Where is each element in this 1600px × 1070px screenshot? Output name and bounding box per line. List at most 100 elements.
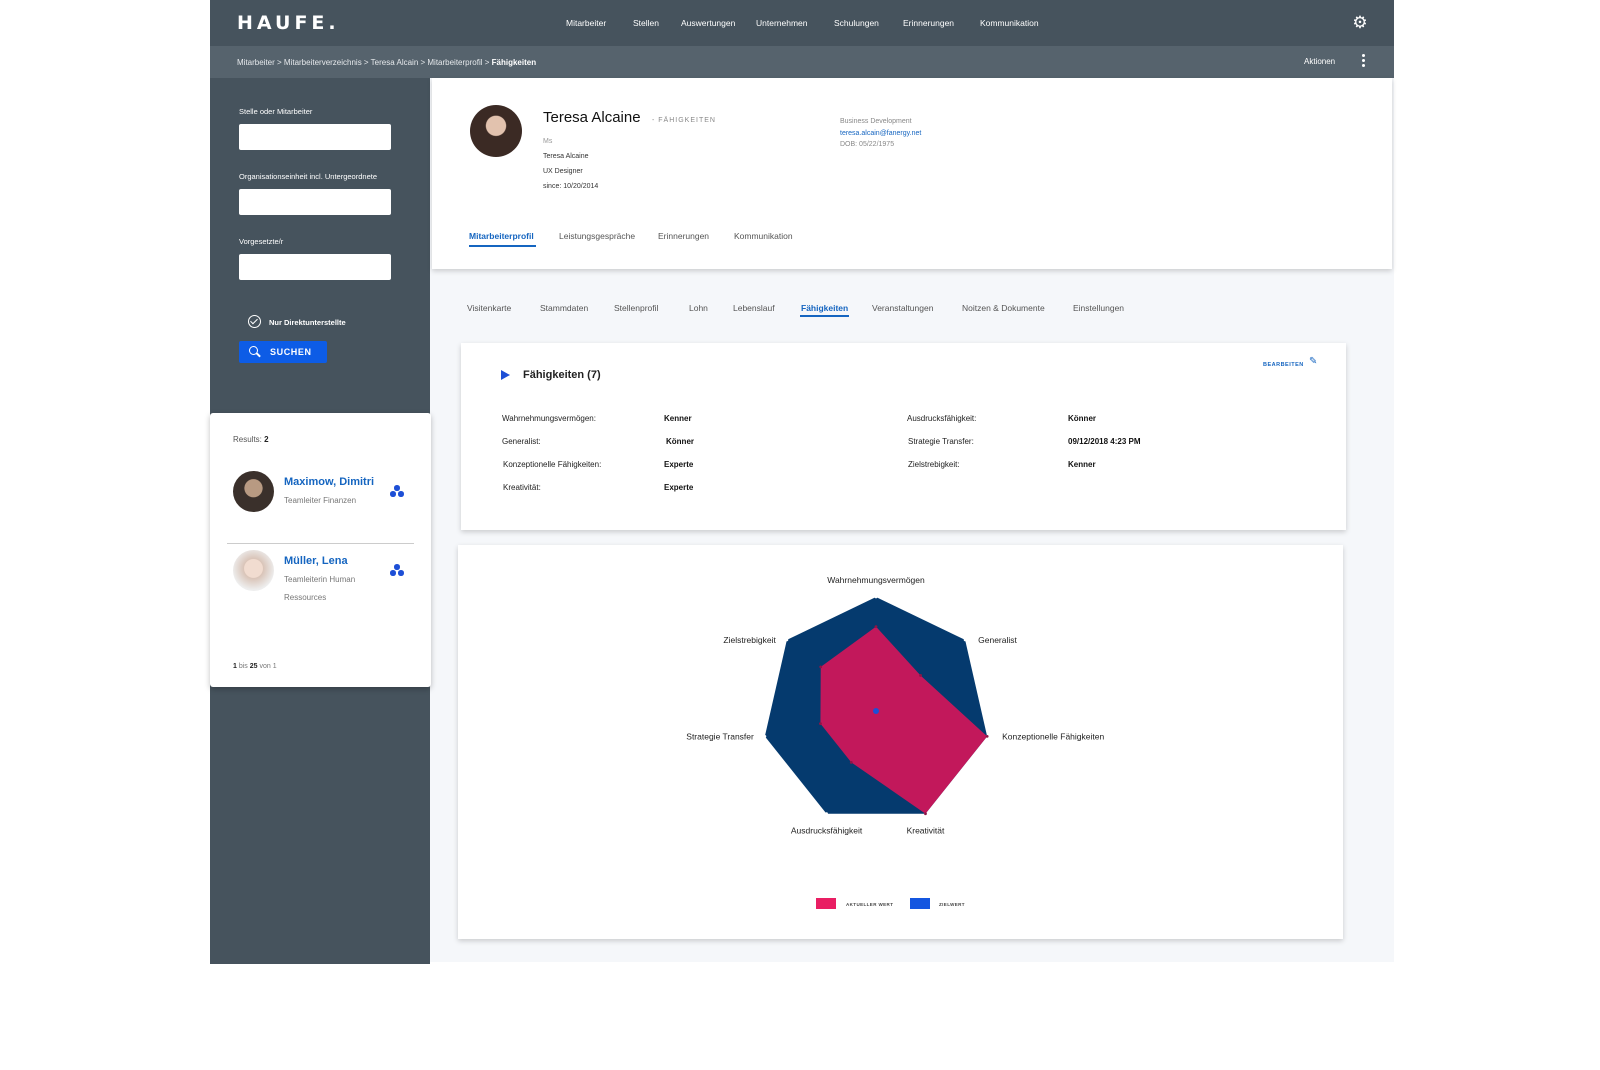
pagination-info: 1 bis 25 von 1 (233, 663, 277, 670)
radar-axis-label: Wahrnehmungsvermögen (827, 575, 925, 585)
result-item[interactable]: Maximow, Dimitri Teamleiter Finanzen (210, 463, 431, 543)
skill-key: Ausdrucksfähigkeit: (907, 414, 977, 423)
radar-point (919, 674, 922, 677)
subtab-lebenslauf[interactable]: Lebenslauf (733, 303, 775, 313)
subtab-stammdaten[interactable]: Stammdaten (540, 303, 588, 313)
profile-job-title: UX Designer (543, 168, 583, 175)
radar-point (785, 638, 789, 642)
field-label-supervisor: Vorgesetzte/r (239, 237, 284, 246)
radar-point (874, 595, 878, 599)
result-item[interactable]: Müller, Lena Teamleiterin Human Ressourc… (210, 543, 431, 623)
result-name[interactable]: Maximow, Dimitri (284, 476, 374, 488)
breadcrumb: Mitarbeiter > Mitarbeiterverzeichnis > T… (237, 58, 536, 67)
nav-mitarbeiter[interactable]: Mitarbeiter (566, 18, 606, 28)
supervisor-input[interactable] (239, 254, 391, 280)
subtab-lohn[interactable]: Lohn (689, 303, 708, 313)
profile-card: Teresa Alcaine - FÄHIGKEITEN Ms Teresa A… (432, 78, 1392, 269)
radar-axis-label: Generalist (978, 635, 1017, 645)
nav-auswertungen[interactable]: Auswertungen (681, 18, 735, 28)
gear-icon[interactable]: ⚙ (1349, 12, 1371, 34)
nav-kommunikation[interactable]: Kommunikation (980, 18, 1039, 28)
results-count: Results: 2 (233, 435, 269, 444)
search-button[interactable]: SUCHEN (239, 341, 327, 363)
edit-button[interactable]: BEARBEITEN (1263, 362, 1304, 368)
pencil-icon[interactable]: ✎ (1309, 357, 1317, 367)
profile-avatar (470, 105, 522, 157)
subtab-stellenprofil[interactable]: Stellenprofil (614, 303, 658, 313)
position-or-employee-input[interactable] (239, 124, 391, 150)
actions-label[interactable]: Aktionen (1304, 57, 1335, 66)
radar-axis-label: Ausdrucksfähigkeit (791, 826, 863, 836)
subtab-notizen-dokumente[interactable]: Noitzen & Dokumente (962, 303, 1045, 313)
radar-point (763, 734, 767, 738)
profile-full-name: Teresa Alcaine (543, 153, 589, 160)
radar-axis-label: Strategie Transfer (686, 731, 754, 741)
skill-key: Generalist: (502, 437, 541, 446)
profile-dob: DOB: 05/22/1975 (840, 141, 895, 148)
profile-name: Teresa Alcaine (543, 109, 641, 126)
search-button-label: SUCHEN (270, 347, 312, 357)
radar-axis-label: Zielstrebigkeit (723, 635, 776, 645)
skills-title: Fähigkeiten (7) (523, 369, 601, 381)
legend-label-current: AKTUELLER WERT (846, 902, 894, 907)
result-name[interactable]: Müller, Lena (284, 555, 348, 567)
nav-erinnerungen[interactable]: Erinnerungen (903, 18, 954, 28)
radar-point (963, 638, 967, 642)
skill-key: Wahrnehmungsvermögen: (502, 414, 596, 423)
radar-chart: Wahrnehmungsvermögen Generalist Konzeption… (686, 575, 1104, 836)
radar-point (985, 734, 989, 738)
avatar (233, 471, 274, 512)
profile-section-label: - FÄHIGKEITEN (652, 117, 716, 124)
search-icon (249, 346, 258, 355)
tab-erinnerungen[interactable]: Erinnerungen (658, 231, 709, 241)
skill-value: Kenner (1068, 460, 1096, 469)
radar-axis-label: Kreativität (907, 826, 945, 836)
profile-department: Business Development (840, 118, 912, 125)
breadcrumb-path[interactable]: Mitarbeiter > Mitarbeiterverzeichnis > T… (237, 58, 489, 67)
tab-mitarbeiterprofil[interactable]: Mitarbeiterprofil (469, 231, 534, 241)
subtab-faehigkeiten[interactable]: Fähigkeiten (801, 303, 848, 313)
org-chart-icon[interactable] (390, 564, 404, 576)
radar-point (825, 812, 828, 816)
nav-stellen[interactable]: Stellen (633, 18, 659, 28)
results-panel: Results: 2 Maximow, Dimitri Teamleiter F… (210, 413, 431, 687)
subtab-veranstaltungen[interactable]: Veranstaltungen (872, 303, 933, 313)
skill-value: Experte (664, 483, 694, 492)
radar-point (924, 812, 927, 816)
legend-swatch-target (910, 898, 930, 909)
tab-leistungsgespraeche[interactable]: Leistungsgespräche (559, 231, 635, 241)
tab-kommunikation[interactable]: Kommunikation (734, 231, 793, 241)
skill-value: Könner (666, 437, 694, 446)
orgunit-input[interactable] (239, 189, 391, 215)
result-role: Teamleiter Finanzen (284, 496, 357, 505)
active-subtab-indicator (800, 315, 849, 317)
subtab-visitenkarte[interactable]: Visitenkarte (467, 303, 511, 313)
skill-key: Zielstrebigkeit: (908, 460, 960, 469)
play-icon[interactable] (501, 370, 510, 380)
profile-salutation: Ms (543, 138, 553, 145)
skill-key: Kreativität: (503, 483, 541, 492)
breadcrumb-bar: Mitarbeiter > Mitarbeiterverzeichnis > T… (210, 46, 1394, 78)
radar-point (819, 722, 822, 726)
nav-unternehmen[interactable]: Unternehmen (756, 18, 808, 28)
more-vertical-icon[interactable] (1356, 52, 1370, 72)
legend-label-target: ZIELWERT (939, 902, 965, 907)
skill-value: 09/12/2018 4:23 PM (1068, 437, 1141, 446)
field-label-position: Stelle oder Mitarbeiter (239, 107, 313, 116)
skills-card: Fähigkeiten (7) BEARBEITEN ✎ Wahrnehmung… (461, 343, 1346, 530)
radar-axis-label: Konzeptionelle Fähigkeiten (1002, 731, 1104, 741)
radar-center-dot (873, 708, 879, 714)
field-label-orgunit: Organisationseinheit incl. Untergeordnet… (239, 172, 377, 181)
check-circle-icon[interactable] (248, 315, 261, 328)
avatar (233, 550, 274, 591)
profile-email-link[interactable]: teresa.alcain@fanergy.net (840, 130, 921, 137)
top-navigation-bar: HAUFE. Mitarbeiter Stellen Auswertungen … (210, 0, 1394, 46)
nav-schulungen[interactable]: Schulungen (834, 18, 879, 28)
legend-swatch-current (816, 898, 836, 909)
subtab-einstellungen[interactable]: Einstellungen (1073, 303, 1124, 313)
breadcrumb-current: Fähigkeiten (491, 58, 537, 67)
results-label: Results: (233, 435, 262, 444)
direct-reports-checkbox-label[interactable]: Nur Direktunterstellte (269, 318, 346, 327)
main-nav: Mitarbeiter Stellen Auswertungen Unterne… (210, 0, 1394, 46)
org-chart-icon[interactable] (390, 485, 404, 497)
